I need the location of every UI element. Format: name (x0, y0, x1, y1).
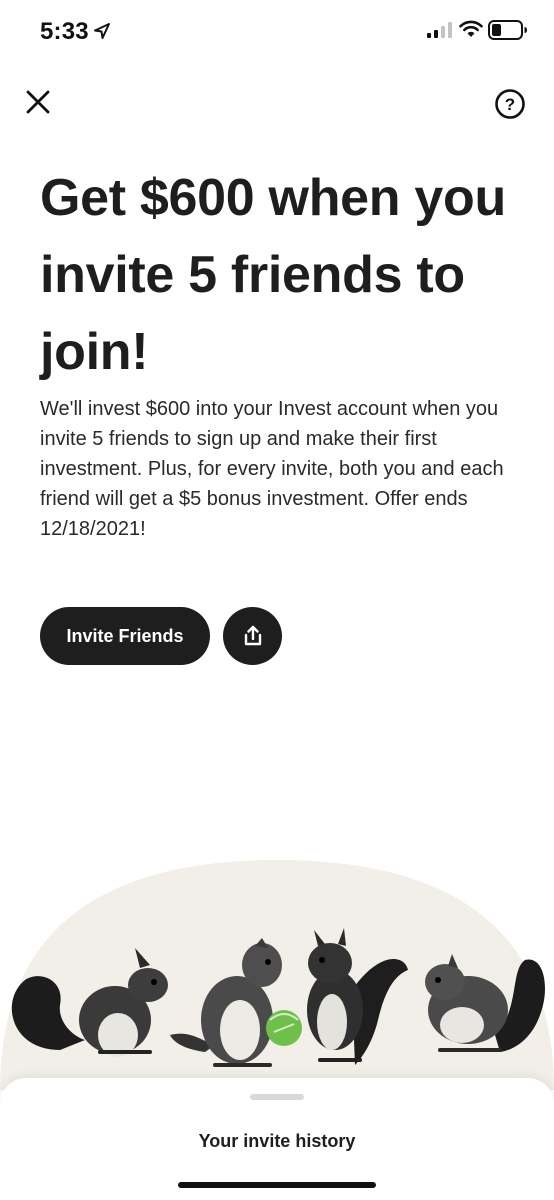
status-bar: 5:33 (0, 0, 554, 64)
close-icon (26, 90, 50, 114)
home-indicator (178, 1182, 376, 1188)
squirrels-illustration (0, 860, 554, 1090)
battery-icon (488, 20, 527, 40)
sheet-drag-handle[interactable] (250, 1094, 304, 1100)
status-time: 5:33 (40, 18, 89, 45)
invite-history-title: Your invite history (198, 1131, 356, 1151)
help-icon: ? (495, 89, 525, 119)
close-button[interactable] (22, 86, 54, 118)
help-glyph: ? (505, 95, 515, 114)
location-arrow-icon (94, 23, 110, 39)
wifi-icon (459, 20, 483, 37)
help-button[interactable]: ? (494, 88, 526, 120)
share-button[interactable] (223, 607, 282, 665)
invite-friends-button[interactable]: Invite Friends (40, 607, 210, 665)
share-icon (244, 625, 261, 646)
acorn-icon (266, 1010, 302, 1046)
page-title: Get $600 when you invite 5 friends to jo… (40, 169, 506, 381)
offer-description: We'll invest $600 into your Invest accou… (40, 398, 504, 540)
cellular-signal-icon (427, 22, 452, 38)
